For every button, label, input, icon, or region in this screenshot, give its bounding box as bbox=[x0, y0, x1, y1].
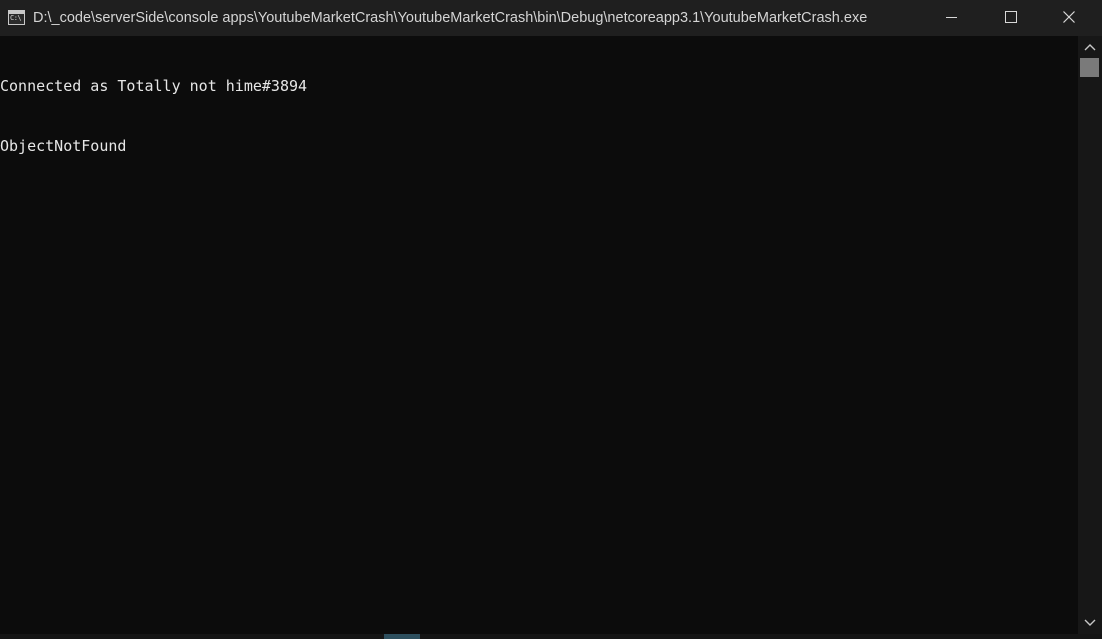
scroll-thumb[interactable] bbox=[1080, 58, 1099, 77]
maximize-icon bbox=[1005, 11, 1017, 23]
console-line: Connected as Totally not hime#3894 bbox=[0, 77, 308, 95]
title-bar[interactable]: C:\ D:\_code\serverSide\console apps\You… bbox=[0, 0, 1102, 36]
console-app-icon[interactable]: C:\ bbox=[8, 10, 25, 25]
minimize-icon bbox=[946, 17, 957, 18]
console-window: C:\ D:\_code\serverSide\console apps\You… bbox=[0, 0, 1102, 639]
vertical-scrollbar[interactable] bbox=[1078, 36, 1102, 634]
chevron-down-icon bbox=[1084, 619, 1096, 626]
taskbar-glimpse bbox=[384, 634, 420, 639]
console-output[interactable]: Connected as Totally not hime#3894 Objec… bbox=[0, 36, 1078, 634]
window-title: D:\_code\serverSide\console apps\Youtube… bbox=[33, 10, 868, 26]
console-line: ObjectNotFound bbox=[0, 137, 127, 155]
close-button[interactable] bbox=[1040, 0, 1102, 36]
window-bottom-edge bbox=[0, 634, 1102, 639]
maximize-button[interactable] bbox=[982, 0, 1040, 36]
icon-glyph: C:\ bbox=[10, 14, 22, 22]
minimize-button[interactable] bbox=[924, 0, 982, 36]
close-icon bbox=[1063, 11, 1075, 23]
chevron-up-icon bbox=[1084, 44, 1096, 51]
scroll-up-button[interactable] bbox=[1078, 38, 1102, 56]
scroll-down-button[interactable] bbox=[1078, 614, 1102, 632]
